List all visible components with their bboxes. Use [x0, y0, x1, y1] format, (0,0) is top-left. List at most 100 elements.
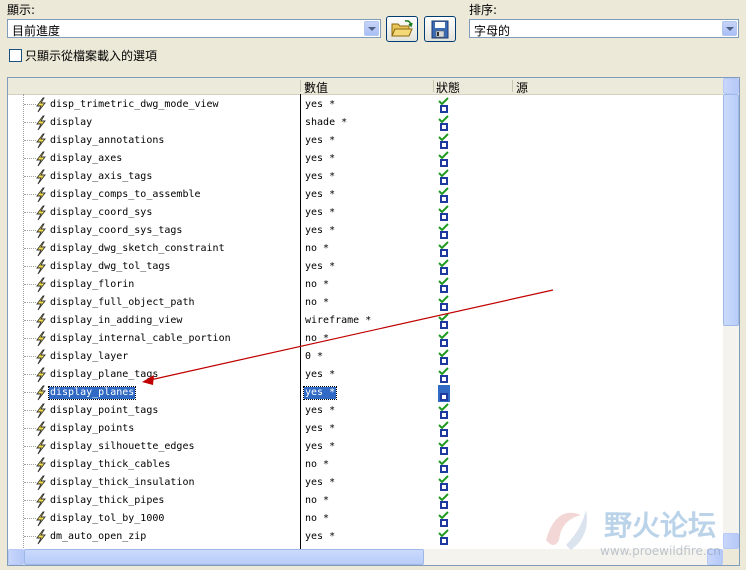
table-row[interactable]: display_axis_tags yes *: [8, 168, 723, 186]
option-value[interactable]: 0 *: [304, 351, 324, 363]
option-name[interactable]: display: [49, 117, 93, 129]
scrollbar-thumb[interactable]: [723, 94, 739, 326]
table-row[interactable]: display_point_tags yes *: [8, 402, 723, 420]
lightning-icon: [36, 493, 46, 509]
option-name[interactable]: display_coord_sys: [49, 207, 153, 219]
option-name[interactable]: display_points: [49, 423, 135, 435]
option-value[interactable]: no *: [304, 243, 330, 255]
table-row[interactable]: display_planes yes *: [8, 384, 723, 402]
option-name[interactable]: display_coord_sys_tags: [49, 225, 183, 237]
lightning-icon: [36, 241, 46, 257]
option-value[interactable]: yes *: [304, 135, 336, 147]
table-row[interactable]: display_coord_sys yes *: [8, 204, 723, 222]
option-value[interactable]: no *: [304, 513, 330, 525]
sort-select[interactable]: 字母的: [469, 19, 739, 38]
option-value[interactable]: yes *: [304, 405, 336, 417]
option-value[interactable]: yes *: [304, 261, 336, 273]
column-separator[interactable]: [433, 80, 434, 92]
option-name[interactable]: display_tol_by_1000: [49, 513, 165, 525]
option-value[interactable]: no *: [304, 459, 330, 471]
lightning-icon: [36, 439, 46, 455]
loaded-only-checkbox[interactable]: [9, 49, 22, 62]
column-header-status[interactable]: 狀態: [436, 79, 460, 96]
status-icon: [438, 205, 450, 222]
option-name[interactable]: display_full_object_path: [49, 297, 196, 309]
option-value[interactable]: no *: [304, 297, 330, 309]
option-value[interactable]: yes *: [304, 225, 336, 237]
option-value[interactable]: yes *: [304, 441, 336, 453]
table-row[interactable]: display_internal_cable_portion no *: [8, 330, 723, 348]
option-value[interactable]: yes *: [304, 153, 336, 165]
option-name[interactable]: display_thick_cables: [49, 459, 171, 471]
option-name[interactable]: display_in_adding_view: [49, 315, 183, 327]
table-row[interactable]: display_axes yes *: [8, 150, 723, 168]
loaded-only-label: 只顯示從檔案載入的選項: [25, 49, 158, 63]
show-select[interactable]: 目前進度: [7, 19, 381, 38]
option-value[interactable]: yes *: [304, 171, 336, 183]
chevron-down-icon[interactable]: [364, 21, 379, 36]
save-file-button[interactable]: [424, 16, 456, 42]
chevron-down-icon[interactable]: [722, 21, 737, 36]
option-value[interactable]: yes *: [304, 423, 336, 435]
column-separator[interactable]: [512, 80, 513, 92]
table-row[interactable]: display_dwg_sketch_constraint no *: [8, 240, 723, 258]
table-row[interactable]: display_points yes *: [8, 420, 723, 438]
option-value[interactable]: yes *: [302, 386, 338, 400]
status-icon: [438, 529, 450, 546]
option-name[interactable]: display_point_tags: [49, 405, 159, 417]
table-row[interactable]: disp_trimetric_dwg_mode_view yes *: [8, 96, 723, 114]
option-value[interactable]: yes *: [304, 477, 336, 489]
horizontal-scrollbar-thumb[interactable]: [24, 549, 424, 565]
column-separator[interactable]: [300, 80, 301, 92]
option-name[interactable]: display_axis_tags: [49, 171, 153, 183]
status-icon: [438, 457, 450, 474]
table-row[interactable]: display_layer 0 *: [8, 348, 723, 366]
option-value[interactable]: yes *: [304, 99, 336, 111]
option-name[interactable]: display_comps_to_assemble: [49, 189, 202, 201]
table-row[interactable]: display_in_adding_view wireframe *: [8, 312, 723, 330]
table-row[interactable]: display_dwg_tol_tags yes *: [8, 258, 723, 276]
option-name[interactable]: display_dwg_tol_tags: [49, 261, 171, 273]
table-row[interactable]: display_annotations yes *: [8, 132, 723, 150]
table-row[interactable]: display_full_object_path no *: [8, 294, 723, 312]
vertical-scrollbar[interactable]: [723, 78, 739, 549]
option-value[interactable]: yes *: [304, 369, 336, 381]
option-name[interactable]: display_plane_tags: [49, 369, 159, 381]
scroll-up-button[interactable]: [723, 78, 739, 94]
option-value[interactable]: yes *: [304, 531, 336, 543]
table-row[interactable]: display_plane_tags yes *: [8, 366, 723, 384]
table-row[interactable]: display_comps_to_assemble yes *: [8, 186, 723, 204]
lightning-icon: [36, 277, 46, 293]
table-row[interactable]: display_silhouette_edges yes *: [8, 438, 723, 456]
option-value[interactable]: no *: [304, 333, 330, 345]
column-header-value[interactable]: 數值: [304, 79, 328, 96]
option-value[interactable]: shade *: [304, 117, 348, 129]
option-name[interactable]: display_silhouette_edges: [49, 441, 196, 453]
table-row[interactable]: display_thick_insulation yes *: [8, 474, 723, 492]
option-value[interactable]: no *: [304, 279, 330, 291]
scroll-left-button[interactable]: [8, 549, 24, 565]
option-name[interactable]: display_florin: [49, 279, 135, 291]
option-value[interactable]: yes *: [304, 207, 336, 219]
table-row[interactable]: display_coord_sys_tags yes *: [8, 222, 723, 240]
status-icon: [438, 241, 450, 258]
column-header-source[interactable]: 源: [516, 79, 528, 96]
option-name[interactable]: display_thick_insulation: [49, 477, 196, 489]
option-name[interactable]: display_thick_pipes: [49, 495, 165, 507]
table-row[interactable]: display_thick_cables no *: [8, 456, 723, 474]
table-row[interactable]: display shade *: [8, 114, 723, 132]
option-name[interactable]: dm_auto_open_zip: [49, 531, 147, 543]
option-value[interactable]: yes *: [304, 189, 336, 201]
option-name[interactable]: display_dwg_sketch_constraint: [49, 243, 226, 255]
option-name[interactable]: display_layer: [49, 351, 129, 363]
option-name[interactable]: disp_trimetric_dwg_mode_view: [49, 99, 220, 111]
option-name[interactable]: display_axes: [49, 153, 123, 165]
option-name[interactable]: display_internal_cable_portion: [49, 333, 232, 345]
option-name[interactable]: display_planes: [47, 386, 137, 400]
option-value[interactable]: no *: [304, 495, 330, 507]
table-row[interactable]: display_florin no *: [8, 276, 723, 294]
open-file-button[interactable]: [386, 16, 418, 42]
lightning-icon: [36, 529, 46, 545]
option-name[interactable]: display_annotations: [49, 135, 165, 147]
option-value[interactable]: wireframe *: [304, 315, 372, 327]
